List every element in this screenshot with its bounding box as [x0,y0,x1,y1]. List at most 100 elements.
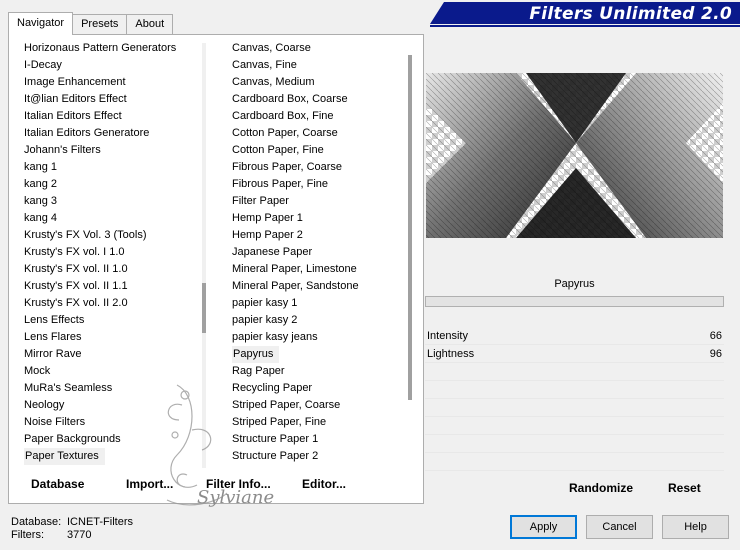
filter-item-label: Mineral Paper, Sandstone [232,280,359,292]
filter-item[interactable]: Fibrous Paper, Coarse [231,159,411,176]
database-status-value: ICNET-Filters [67,516,133,528]
navigator-panel: Horizonaus Pattern Generators I-Decay Imag… [8,34,424,508]
category-item[interactable]: kang 1 [23,159,208,176]
filter-item[interactable]: Papyrus [231,346,411,363]
filter-scroll-thumb[interactable] [408,55,412,400]
apply-button[interactable]: Apply [510,515,577,539]
status-area: Database: ICNET-Filters Filters: 3770 [11,516,133,542]
reset-button[interactable]: Reset [668,481,701,495]
category-item-label: Krusty's FX Vol. 3 (Tools) [24,229,147,241]
category-item-label: Krusty's FX vol. I 1.0 [24,246,125,258]
param-intensity[interactable]: Intensity 66 [425,328,724,345]
filter-item[interactable]: Hemp Paper 1 [231,210,411,227]
filter-item-label: Fibrous Paper, Coarse [232,161,343,173]
category-item[interactable]: I-Decay [23,57,208,74]
category-item-label: Paper Backgrounds [24,433,121,445]
filter-item[interactable]: Japanese Paper [231,244,411,261]
filters-count-label: Filters: [11,529,44,541]
category-item-label: Johann's Filters [24,144,101,156]
category-item[interactable]: Italian Editors Effect [23,108,208,125]
param-label: Lightness [427,348,475,360]
filter-info-button[interactable]: Filter Info... [206,477,271,491]
param-empty-slot [425,364,724,381]
filter-item[interactable]: Cotton Paper, Coarse [231,125,411,142]
category-item[interactable]: It@lian Editors Effect [23,91,208,108]
filter-item-label: papier kasy jeans [232,331,318,343]
param-lightness[interactable]: Lightness 96 [425,346,724,363]
category-item[interactable]: Image Enhancement [23,74,208,91]
filter-item[interactable]: Filter Paper [231,193,411,210]
filter-item[interactable]: papier kasy 1 [231,295,411,312]
editor-button[interactable]: Editor... [302,477,346,491]
watermark-signature: Sylviane [166,384,274,508]
category-item[interactable]: Krusty's FX vol. II 1.1 [23,278,208,295]
category-scroll-thumb[interactable] [202,283,206,333]
randomize-button[interactable]: Randomize [569,481,633,495]
param-value: 96 [709,348,722,360]
category-item[interactable]: kang 2 [23,176,208,193]
filter-item-label: Cardboard Box, Coarse [232,93,348,105]
filter-item[interactable]: Cardboard Box, Coarse [231,91,411,108]
category-item[interactable]: Johann's Filters [23,142,208,159]
database-status-label: Database: [11,516,62,528]
import-button[interactable]: Import... [126,477,173,491]
category-item[interactable]: Lens Effects [23,312,208,329]
category-item-label: Neology [24,399,65,411]
help-button[interactable]: Help [662,515,729,539]
preview-panel: Papyrus Intensity 66 Lightness 96 Random… [425,38,724,500]
category-item-label: It@lian Editors Effect [24,93,127,105]
tab-navigator[interactable]: Navigator [8,12,74,35]
filter-item[interactable]: Hemp Paper 2 [231,227,411,244]
category-item[interactable]: Italian Editors Generatore [23,125,208,142]
category-item[interactable]: kang 4 [23,210,208,227]
filter-item[interactable]: Canvas, Fine [231,57,411,74]
tab-about[interactable]: About [126,14,174,34]
filter-item-label: Hemp Paper 1 [232,212,303,224]
category-item-label: Krusty's FX vol. II 2.0 [24,297,128,309]
category-item[interactable]: Krusty's FX vol. II 1.0 [23,261,208,278]
category-item-label: Paper Textures [24,448,105,465]
param-empty-slot [425,436,724,453]
param-label: Intensity [427,330,468,342]
category-item-label: Mirror Rave [24,348,82,360]
filter-item-label: Canvas, Coarse [232,42,311,54]
filter-item[interactable]: Fibrous Paper, Fine [231,176,411,193]
filter-scrollbar[interactable] [408,55,412,400]
filter-item[interactable]: Mineral Paper, Limestone [231,261,411,278]
category-item[interactable]: Mirror Rave [23,346,208,363]
filter-preview-image [426,73,723,238]
database-button[interactable]: Database [31,477,84,491]
filter-item[interactable]: papier kasy jeans [231,329,411,346]
filter-item[interactable]: Canvas, Medium [231,74,411,91]
navigator-button-row: Database Import... Filter Info... Editor… [13,473,421,497]
filter-progress-bar [425,296,724,307]
cancel-button[interactable]: Cancel [586,515,653,539]
category-item[interactable]: Lens Flares [23,329,208,346]
filter-item-label: papier kasy 1 [232,297,298,309]
tab-bar: Navigator Presets About [8,12,174,35]
category-item[interactable]: Krusty's FX Vol. 3 (Tools) [23,227,208,244]
category-item-label: Lens Flares [24,331,82,343]
filter-item[interactable]: Mineral Paper, Sandstone [231,278,411,295]
category-item-label: kang 3 [24,195,58,207]
filter-item[interactable]: papier kasy 2 [231,312,411,329]
category-item-label: Krusty's FX vol. II 1.1 [24,280,128,292]
category-item-label: kang 1 [24,161,58,173]
category-item[interactable]: Krusty's FX vol. II 2.0 [23,295,208,312]
filter-item[interactable]: Cotton Paper, Fine [231,142,411,159]
filter-item[interactable]: Cardboard Box, Fine [231,108,411,125]
param-empty-slot [425,418,724,435]
category-item[interactable]: kang 3 [23,193,208,210]
filter-item-label: Canvas, Medium [232,76,315,88]
category-item-label: Horizonaus Pattern Generators [24,42,177,54]
category-item[interactable]: Horizonaus Pattern Generators [23,40,208,57]
filter-name-label: Papyrus [554,278,595,290]
category-item-label: kang 4 [24,212,58,224]
category-item-label: Italian Editors Effect [24,110,122,122]
tab-presets[interactable]: Presets [72,14,128,34]
param-value: 66 [709,330,722,342]
preview-artwork [426,73,723,238]
param-empty-slot [425,454,724,471]
filter-item[interactable]: Canvas, Coarse [231,40,411,57]
category-item[interactable]: Krusty's FX vol. I 1.0 [23,244,208,261]
